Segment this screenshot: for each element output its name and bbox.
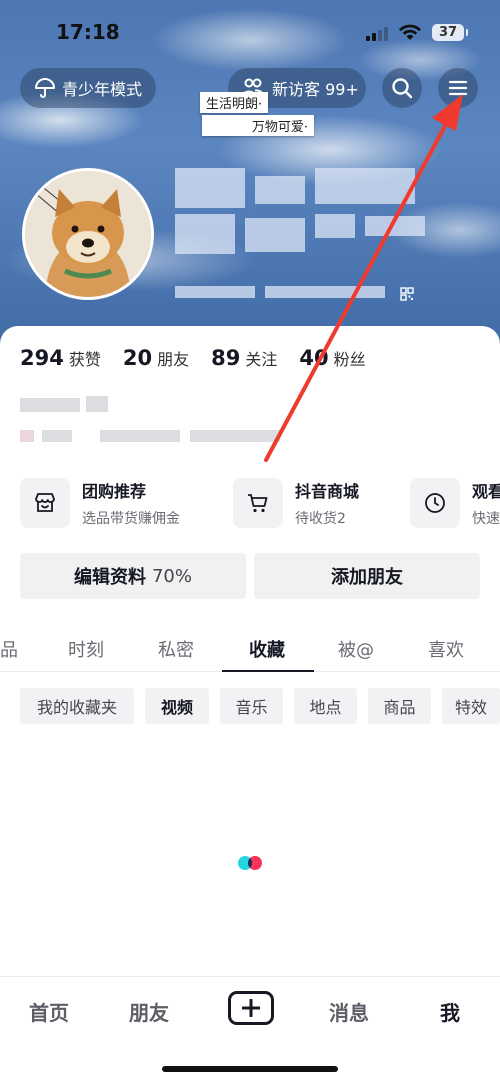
clock-icon bbox=[425, 493, 445, 513]
add-friend-label: 添加朋友 bbox=[331, 567, 403, 588]
stat-value: 20 bbox=[122, 346, 153, 370]
cart-icon bbox=[248, 494, 268, 513]
nav-me[interactable]: 我 bbox=[440, 997, 460, 1026]
bio-sticker-line1: 生活明朗· bbox=[200, 92, 269, 113]
stat-label: 朋友 bbox=[157, 350, 190, 369]
dog-avatar-image bbox=[25, 171, 151, 297]
cellular-signal-icon bbox=[366, 27, 388, 41]
status-time: 17:18 bbox=[56, 20, 120, 44]
add-friend-button[interactable]: 添加朋友 bbox=[254, 553, 480, 599]
blurred-username bbox=[175, 168, 435, 303]
tab-mentions[interactable]: 被@ bbox=[338, 636, 374, 662]
menu-button[interactable] bbox=[438, 68, 478, 108]
nav-messages[interactable]: 消息 bbox=[329, 997, 369, 1026]
feature-title: 抖音商城 bbox=[295, 482, 360, 501]
search-button[interactable] bbox=[382, 68, 422, 108]
stat-value: 40 bbox=[299, 346, 329, 370]
feature-watch-history[interactable]: 观看 快速 bbox=[410, 476, 500, 530]
edit-profile-label: 编辑资料 bbox=[73, 567, 146, 588]
tab-favorites[interactable]: 收藏 bbox=[249, 636, 285, 662]
chip-places[interactable]: 地点 bbox=[294, 688, 357, 724]
chip-videos[interactable]: 视频 bbox=[145, 688, 209, 724]
tab-likes[interactable]: 喜欢 bbox=[428, 636, 464, 662]
loading-dot-red bbox=[248, 856, 262, 870]
stat-following[interactable]: 89 关注 bbox=[211, 346, 277, 370]
feature-subtitle: 待收货2 bbox=[295, 511, 346, 527]
teen-mode-label: 青少年模式 bbox=[62, 80, 143, 99]
chip-my-folders[interactable]: 我的收藏夹 bbox=[20, 688, 134, 724]
stat-label: 获赞 bbox=[68, 350, 101, 369]
stat-friends[interactable]: 20 朋友 bbox=[123, 346, 189, 370]
hamburger-menu-icon bbox=[448, 80, 468, 96]
active-tab-indicator bbox=[222, 670, 314, 672]
search-icon bbox=[392, 78, 413, 99]
edit-profile-percent: 70% bbox=[151, 565, 192, 587]
teen-mode-button[interactable]: 青少年模式 bbox=[20, 68, 156, 108]
feature-group-buy[interactable]: 团购推荐 选品带货赚佣金 bbox=[20, 476, 180, 530]
umbrella-icon bbox=[35, 78, 55, 98]
edit-profile-button[interactable]: 编辑资料 70% bbox=[20, 553, 246, 599]
battery-indicator: 37 bbox=[432, 24, 468, 41]
nav-friends[interactable]: 朋友 bbox=[129, 997, 169, 1026]
store-icon bbox=[35, 493, 55, 512]
stat-value: 89 bbox=[211, 346, 241, 370]
content-tabs: 品 时刻 私密 收藏 被@ 喜欢 bbox=[0, 622, 500, 672]
stat-label: 粉丝 bbox=[333, 350, 366, 369]
loading-indicator bbox=[238, 856, 264, 870]
create-post-button[interactable] bbox=[228, 991, 274, 1025]
stat-value: 294 bbox=[20, 346, 64, 370]
feature-douyin-mall[interactable]: 抖音商城 待收货2 bbox=[233, 476, 359, 530]
nav-home[interactable]: 首页 bbox=[29, 997, 69, 1026]
blurred-bio bbox=[20, 396, 290, 446]
tab-moments[interactable]: 时刻 bbox=[68, 636, 104, 662]
chip-products[interactable]: 商品 bbox=[368, 688, 431, 724]
home-indicator bbox=[162, 1066, 338, 1072]
status-bar: 17:18 37 bbox=[0, 0, 500, 64]
bio-sticker-line2: 万物可爱· bbox=[202, 115, 314, 136]
stat-likes[interactable]: 294 获赞 bbox=[20, 346, 101, 370]
profile-stats: 294 获赞 20 朋友 89 关注 40 粉丝 bbox=[20, 346, 388, 370]
feature-subtitle: 选品带货赚佣金 bbox=[82, 511, 180, 527]
new-visitors-label: 新访客 99+ bbox=[272, 80, 359, 99]
feature-subtitle: 快速 bbox=[472, 511, 500, 527]
tab-private[interactable]: 私密 bbox=[158, 636, 194, 662]
stat-label: 关注 bbox=[245, 350, 278, 369]
avatar[interactable] bbox=[22, 168, 154, 300]
chip-effects[interactable]: 特效 bbox=[442, 688, 500, 724]
plus-icon bbox=[242, 999, 260, 1017]
feature-title: 团购推荐 bbox=[82, 482, 147, 501]
stat-followers[interactable]: 40 粉丝 bbox=[299, 346, 365, 370]
qr-code-icon[interactable] bbox=[400, 287, 414, 301]
feature-title: 观看 bbox=[472, 482, 500, 501]
tab-products[interactable]: 品 bbox=[0, 636, 18, 662]
chip-music[interactable]: 音乐 bbox=[220, 688, 283, 724]
wifi-icon bbox=[399, 24, 421, 40]
